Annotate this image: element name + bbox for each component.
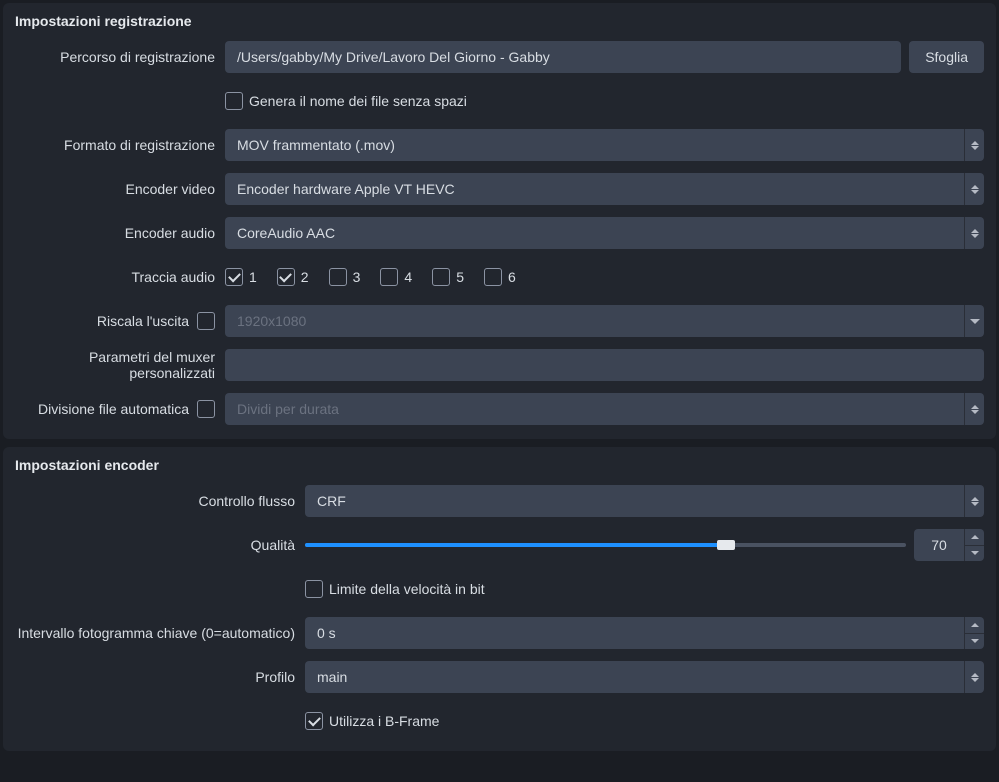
row-muxer: Parametri del muxer personalizzati [15, 349, 984, 381]
track-4[interactable]: 4 [380, 268, 412, 286]
row-profile: Profilo main [15, 661, 984, 693]
row-rescale: Riscala l'uscita 1920x1080 [15, 305, 984, 337]
checkbox-bframe[interactable] [305, 712, 323, 730]
row-recording-path: Percorso di registrazione Sfoglia [15, 41, 984, 73]
select-rate-control[interactable]: CRF [305, 485, 984, 517]
row-bframe: Utilizza i B-Frame [15, 705, 984, 737]
encoder-settings-title: Impostazioni encoder [15, 457, 984, 473]
checkbox-track-6[interactable] [484, 268, 502, 286]
keyframe-step-up[interactable] [964, 617, 984, 634]
row-keyframe: Intervallo fotogramma chiave (0=automati… [15, 617, 984, 649]
select-video-encoder[interactable]: Encoder hardware Apple VT HEVC [225, 173, 984, 205]
select-recording-format[interactable]: MOV frammentato (.mov) [225, 129, 984, 161]
row-audio-encoder: Encoder audio CoreAudio AAC [15, 217, 984, 249]
label-recording-path: Percorso di registrazione [15, 49, 225, 65]
spinner-icon[interactable] [964, 173, 984, 205]
spinner-icon[interactable] [964, 661, 984, 693]
label-profile: Profilo [15, 669, 305, 685]
track-1[interactable]: 1 [225, 268, 257, 286]
select-profile[interactable]: main [305, 661, 984, 693]
row-no-spaces: Genera il nome dei file senza spazi [15, 85, 984, 117]
spinner-icon[interactable] [964, 129, 984, 161]
label-keyframe: Intervallo fotogramma chiave (0=automati… [15, 625, 305, 641]
checkbox-track-2[interactable] [277, 268, 295, 286]
quality-step-down[interactable] [964, 546, 984, 562]
label-rate-control: Controllo flusso [15, 493, 305, 509]
checkbox-no-spaces[interactable] [225, 92, 243, 110]
no-spaces-option[interactable]: Genera il nome dei file senza spazi [225, 92, 467, 110]
label-recording-format: Formato di registrazione [15, 137, 225, 153]
label-quality: Qualità [15, 537, 305, 553]
track-2[interactable]: 2 [277, 268, 309, 286]
quality-step-up[interactable] [964, 529, 984, 546]
track-5[interactable]: 5 [432, 268, 464, 286]
quality-value[interactable]: 70 [914, 529, 964, 561]
track-3[interactable]: 3 [329, 268, 361, 286]
row-rate-control: Controllo flusso CRF [15, 485, 984, 517]
row-audio-tracks: Traccia audio 1 2 3 4 5 6 [15, 261, 984, 293]
recording-settings-title: Impostazioni registrazione [15, 13, 984, 29]
slider-thumb[interactable] [717, 540, 735, 550]
browse-button[interactable]: Sfoglia [909, 41, 984, 73]
input-keyframe[interactable]: 0 s [305, 617, 984, 649]
row-split: Divisione file automatica Dividi per dur… [15, 393, 984, 425]
row-quality: Qualità 70 [15, 529, 984, 561]
input-recording-path[interactable] [225, 41, 901, 73]
checkbox-track-5[interactable] [432, 268, 450, 286]
keyframe-stepper [964, 617, 984, 649]
spinner-icon[interactable] [964, 485, 984, 517]
row-bitrate-limit: Limite della velocità in bit [15, 573, 984, 605]
label-bframe: Utilizza i B-Frame [329, 713, 439, 729]
recording-settings-panel: Impostazioni registrazione Percorso di r… [3, 3, 996, 439]
bitrate-limit-option[interactable]: Limite della velocità in bit [305, 580, 485, 598]
label-split: Divisione file automatica [38, 401, 189, 417]
track-group: 1 2 3 4 5 6 [225, 268, 516, 286]
checkbox-split[interactable] [197, 400, 215, 418]
checkbox-rescale[interactable] [197, 312, 215, 330]
quality-slider[interactable] [305, 543, 906, 547]
label-audio-encoder: Encoder audio [15, 225, 225, 241]
encoder-settings-panel: Impostazioni encoder Controllo flusso CR… [3, 447, 996, 751]
spinner-icon[interactable] [964, 217, 984, 249]
keyframe-step-down[interactable] [964, 634, 984, 650]
select-rescale[interactable]: 1920x1080 [225, 305, 984, 337]
select-audio-encoder[interactable]: CoreAudio AAC [225, 217, 984, 249]
checkbox-track-4[interactable] [380, 268, 398, 286]
checkbox-track-1[interactable] [225, 268, 243, 286]
row-video-encoder: Encoder video Encoder hardware Apple VT … [15, 173, 984, 205]
label-no-spaces: Genera il nome dei file senza spazi [249, 93, 467, 109]
row-recording-format: Formato di registrazione MOV frammentato… [15, 129, 984, 161]
spinner-icon[interactable] [964, 393, 984, 425]
quality-stepper [964, 529, 984, 561]
checkbox-bitrate-limit[interactable] [305, 580, 323, 598]
select-split[interactable]: Dividi per durata [225, 393, 984, 425]
chevron-down-icon[interactable] [964, 305, 984, 337]
label-audio-tracks: Traccia audio [15, 269, 225, 285]
label-muxer: Parametri del muxer personalizzati [15, 349, 225, 381]
label-bitrate-limit: Limite della velocità in bit [329, 581, 485, 597]
label-video-encoder: Encoder video [15, 181, 225, 197]
track-6[interactable]: 6 [484, 268, 516, 286]
bframe-option[interactable]: Utilizza i B-Frame [305, 712, 439, 730]
checkbox-track-3[interactable] [329, 268, 347, 286]
input-muxer[interactable] [225, 349, 984, 381]
label-rescale: Riscala l'uscita [97, 313, 189, 329]
